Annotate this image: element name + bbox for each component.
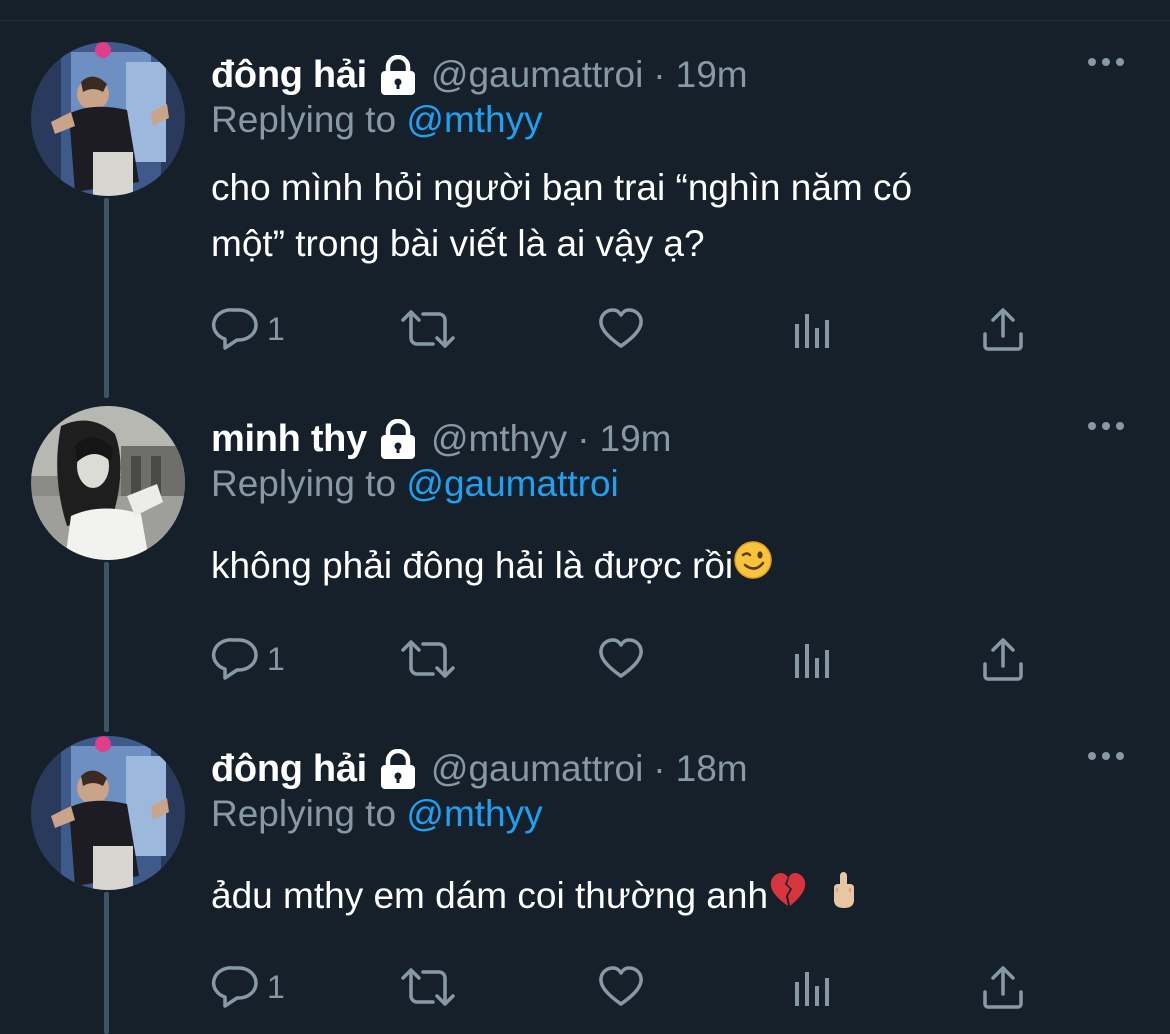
analytics-icon [791, 964, 835, 1010]
handle[interactable]: @mthyy [431, 418, 567, 460]
mention-link[interactable]: @mthyy [406, 99, 542, 140]
tweet-header: minh thy @mthyy · 19m [211, 414, 672, 464]
retweet-button[interactable] [399, 634, 457, 684]
broken-heart-emoji [768, 870, 808, 926]
analytics-button[interactable] [791, 304, 835, 354]
analytics-button[interactable] [791, 634, 835, 684]
separator-dot: · [653, 54, 666, 95]
lock-icon [377, 54, 419, 95]
reply-button[interactable]: 1 [211, 962, 285, 1012]
retweet-icon [399, 964, 457, 1010]
share-icon [981, 964, 1025, 1010]
more-icon[interactable] [1086, 52, 1126, 72]
reply-button[interactable]: 1 [211, 634, 285, 684]
share-icon [981, 306, 1025, 352]
display-name[interactable]: minh thy [211, 418, 367, 461]
replying-prefix: Replying to [211, 463, 397, 504]
display-name[interactable]: đông hải [211, 748, 367, 791]
tweet-header: đông hải @gaumattroi · 18m [211, 744, 748, 794]
like-button[interactable] [597, 634, 645, 684]
separator-dot: · [577, 418, 590, 459]
like-button[interactable] [597, 304, 645, 354]
handle[interactable]: @gaumattroi [431, 54, 643, 96]
share-button[interactable] [981, 304, 1025, 354]
timestamp[interactable]: 19m [676, 54, 748, 96]
retweet-button[interactable] [399, 304, 457, 354]
avatar[interactable] [31, 42, 185, 196]
tweet-text: không phải đông hải là được rồi [211, 538, 1091, 596]
display-name[interactable]: đông hải [211, 54, 367, 97]
replying-prefix: Replying to [211, 793, 397, 834]
tweet-text: cho mình hỏi người bạn trai “nghìn năm c… [211, 160, 1091, 272]
retweet-icon [399, 306, 457, 352]
tweet[interactable]: đông hải @gaumattroi · 19m Replying to @… [0, 42, 1170, 382]
analytics-button[interactable] [791, 962, 835, 1012]
reply-count: 1 [267, 640, 285, 677]
like-icon [597, 636, 645, 682]
like-icon [597, 306, 645, 352]
more-icon[interactable] [1086, 746, 1126, 766]
tweet-header: đông hải @gaumattroi · 19m [211, 50, 748, 100]
reply-button[interactable]: 1 [211, 304, 285, 354]
analytics-icon [791, 306, 835, 352]
mention-link[interactable]: @mthyy [406, 793, 542, 834]
replying-prefix: Replying to [211, 99, 397, 140]
retweet-button[interactable] [399, 962, 457, 1012]
timestamp[interactable]: 19m [600, 418, 672, 460]
separator-dot: · [653, 748, 666, 789]
handle[interactable]: @gaumattroi [431, 748, 643, 790]
middle-finger-emoji [828, 870, 858, 926]
share-button[interactable] [981, 634, 1025, 684]
reply-icon [211, 964, 259, 1010]
action-bar: 1 [211, 962, 1041, 1012]
reply-count: 1 [267, 968, 285, 1005]
more-icon[interactable] [1086, 416, 1126, 436]
reply-icon [211, 306, 259, 352]
replying-to: Replying to @mthyy [211, 99, 543, 141]
tweet-text-line: không phải đông hải là được rồi [211, 545, 734, 586]
avatar[interactable] [31, 406, 185, 560]
tweet-text-line: ảdu mthy em dám coi thường anh [211, 875, 769, 916]
like-button[interactable] [597, 962, 645, 1012]
avatar[interactable] [31, 736, 185, 890]
share-button[interactable] [981, 962, 1025, 1012]
replying-to: Replying to @gaumattroi [211, 463, 619, 505]
replying-to: Replying to @mthyy [211, 793, 543, 835]
mention-link[interactable]: @gaumattroi [406, 463, 618, 504]
action-bar: 1 [211, 634, 1041, 684]
tweet-text-line: cho mình hỏi người bạn trai “nghìn năm c… [211, 167, 913, 208]
top-divider [0, 20, 1170, 21]
retweet-icon [399, 636, 457, 682]
like-icon [597, 964, 645, 1010]
share-icon [981, 636, 1025, 682]
tweet-text: ảdu mthy em dám coi thường anh [211, 868, 1091, 926]
lock-icon [377, 748, 419, 789]
tweet[interactable]: đông hải @gaumattroi · 18m Replying to @… [0, 736, 1170, 1034]
winking-face-emoji [733, 540, 773, 596]
reply-icon [211, 636, 259, 682]
lock-icon [377, 418, 419, 459]
tweet-text-line: một” trong bài viết là ai vậy ạ? [211, 223, 705, 264]
timestamp[interactable]: 18m [676, 748, 748, 790]
action-bar: 1 [211, 304, 1041, 354]
reply-count: 1 [267, 310, 285, 347]
tweet[interactable]: minh thy @mthyy · 19m Replying to @gauma… [0, 406, 1170, 706]
analytics-icon [791, 636, 835, 682]
